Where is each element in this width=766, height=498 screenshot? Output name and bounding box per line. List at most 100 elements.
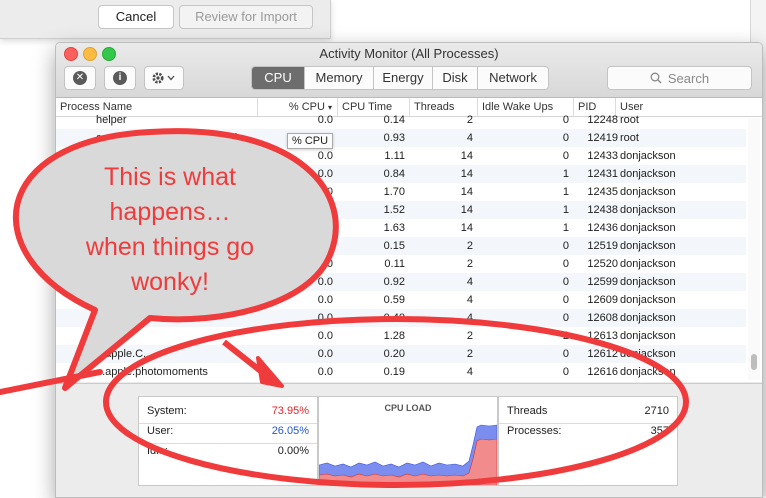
- cpu-percent-cell: 0.0: [317, 366, 333, 378]
- user-cell: donjackson: [620, 312, 676, 324]
- threads-cell: 14: [460, 150, 473, 162]
- table-row[interactable]: ...apple.photomoments 0.0 0.19 4 0 12616 donja…: [56, 363, 746, 381]
- threads-cell: 14: [460, 168, 473, 180]
- annotation-line: when things go: [85, 233, 255, 261]
- idle-wake-ups-cell: 0: [562, 294, 569, 306]
- user-value: 26.05%: [271, 425, 309, 437]
- table-row[interactable]: ...apple.C... 0.0 0.20 2 0 12612 donjackson: [56, 345, 746, 363]
- cpu-time-cell: 1.63: [383, 222, 405, 234]
- idle-wake-ups-cell: 0: [562, 240, 569, 252]
- pid-cell: 12616: [587, 366, 618, 378]
- threads-cell: 2: [466, 330, 473, 342]
- idle-wake-ups-cell: 0: [562, 312, 569, 324]
- tab-disk[interactable]: Disk: [433, 67, 478, 89]
- search-field[interactable]: Search: [607, 66, 752, 90]
- pid-cell: 12436: [587, 222, 618, 234]
- idle-wake-ups-cell: 0: [562, 366, 569, 378]
- threads-cell: 4: [466, 312, 473, 324]
- pid-cell: 12612: [587, 348, 618, 360]
- info-circle-icon: i: [113, 71, 127, 85]
- gear-icon: [152, 72, 175, 84]
- table-row[interactable]: com.apple.Safari.SafeBrowsi...0.00.93401…: [56, 129, 746, 147]
- idle-wake-ups-cell: 0: [562, 132, 569, 144]
- threads-cell: 4: [466, 294, 473, 306]
- table-row[interactable]: ...aryd 0.0 1.28 2 2 12613 donjackson: [56, 327, 746, 345]
- threads-cell: 2: [466, 348, 473, 360]
- thread-process-stats: Threads 2710 Processes: 357: [498, 396, 678, 486]
- window-title: Activity Monitor (All Processes): [319, 46, 499, 61]
- processes-value: 357: [650, 425, 669, 437]
- cpu-time-cell: 1.70: [383, 186, 405, 198]
- table-row[interactable]: 0.0 0.40 4 0 12608 donjackson: [56, 309, 746, 327]
- user-cell: donjackson: [620, 186, 676, 198]
- user-cell: donjackson: [620, 276, 676, 288]
- pid-cell: 12433: [587, 150, 618, 162]
- pid-cell: 12613: [587, 330, 618, 342]
- cpu-time-cell: 0.11: [384, 258, 405, 270]
- user-cell: donjackson: [620, 204, 676, 216]
- threads-cell: 2: [466, 258, 473, 270]
- tab-network[interactable]: Network: [478, 67, 548, 89]
- inspect-process-button[interactable]: i: [104, 66, 136, 90]
- tab-cpu[interactable]: CPU: [252, 67, 305, 89]
- tab-energy[interactable]: Energy: [374, 67, 433, 89]
- cpu-time-cell: 0.59: [383, 294, 405, 306]
- scrollbar-thumb[interactable]: [751, 354, 757, 370]
- threads-value: 2710: [644, 405, 669, 417]
- threads-cell: 4: [466, 366, 473, 378]
- threads-cell: 2: [466, 240, 473, 252]
- user-cell: donjackson: [620, 348, 676, 360]
- user-cell: donjackson: [620, 240, 676, 252]
- user-cell: donjackson: [620, 150, 676, 162]
- pid-cell: 12435: [587, 186, 618, 198]
- background-dialog: Cancel Review for Import: [0, 0, 331, 39]
- divider: [139, 443, 317, 444]
- threads-cell: 14: [460, 222, 473, 234]
- cpu-percent-cell: 0.0: [317, 312, 333, 324]
- user-cell: donjackson: [620, 258, 676, 270]
- cpu-time-cell: 0.14: [383, 114, 405, 126]
- cpu-time-cell: 1.11: [384, 150, 405, 162]
- idle-wake-ups-cell: 1: [562, 204, 569, 216]
- review-for-import-button[interactable]: Review for Import: [179, 5, 313, 29]
- pid-cell: 12419: [587, 132, 618, 144]
- search-icon: [650, 72, 662, 84]
- pid-cell: 12519: [587, 240, 618, 252]
- system-value: 73.95%: [271, 405, 309, 417]
- cpu-load-chart: [319, 424, 497, 485]
- annotation-text: This is what happens… when things go won…: [30, 160, 310, 300]
- system-label: System:: [147, 405, 187, 417]
- cpu-load-graph: CPU LOAD: [318, 396, 498, 486]
- user-cell: root: [620, 132, 639, 144]
- idle-wake-ups-cell: 0: [562, 348, 569, 360]
- pid-cell: 12608: [587, 312, 618, 324]
- threads-cell: 2: [466, 114, 473, 126]
- vertical-scrollbar[interactable]: [748, 118, 760, 380]
- cpu-usage-stats: System: 73.95% User: 26.05% Idle: 0.00%: [138, 396, 318, 486]
- table-row[interactable]: helper 0.0 0.14 2 0 12248 root: [56, 111, 746, 129]
- user-cell: donjackson: [620, 294, 676, 306]
- cpu-time-cell: 0.84: [383, 168, 405, 180]
- idle-wake-ups-cell: 1: [562, 168, 569, 180]
- user-label: User:: [147, 425, 174, 437]
- idle-wake-ups-cell: 1: [562, 222, 569, 234]
- threads-cell: 14: [460, 204, 473, 216]
- cpu-time-cell: 0.20: [383, 348, 405, 360]
- cpu-time-cell: 0.19: [383, 366, 405, 378]
- pid-cell: 12248: [587, 114, 618, 126]
- pid-cell: 12431: [587, 168, 618, 180]
- stop-process-button[interactable]: ✕: [64, 66, 96, 90]
- threads-label: Threads: [507, 405, 548, 417]
- idle-wake-ups-cell: 1: [562, 186, 569, 198]
- pid-cell: 12599: [587, 276, 618, 288]
- tab-bar: CPU Memory Energy Disk Network: [251, 66, 549, 90]
- annotation-line: wonky!: [131, 268, 209, 296]
- tab-memory[interactable]: Memory: [305, 67, 374, 89]
- action-menu-button[interactable]: [144, 66, 184, 90]
- processes-label: Processes:: [507, 425, 562, 437]
- user-cell: donjackson: [620, 168, 676, 180]
- idle-wake-ups-cell: 0: [562, 258, 569, 270]
- idle-wake-ups-cell: 0: [562, 276, 569, 288]
- cancel-button[interactable]: Cancel: [98, 5, 174, 29]
- annotation-line: happens…: [109, 198, 231, 226]
